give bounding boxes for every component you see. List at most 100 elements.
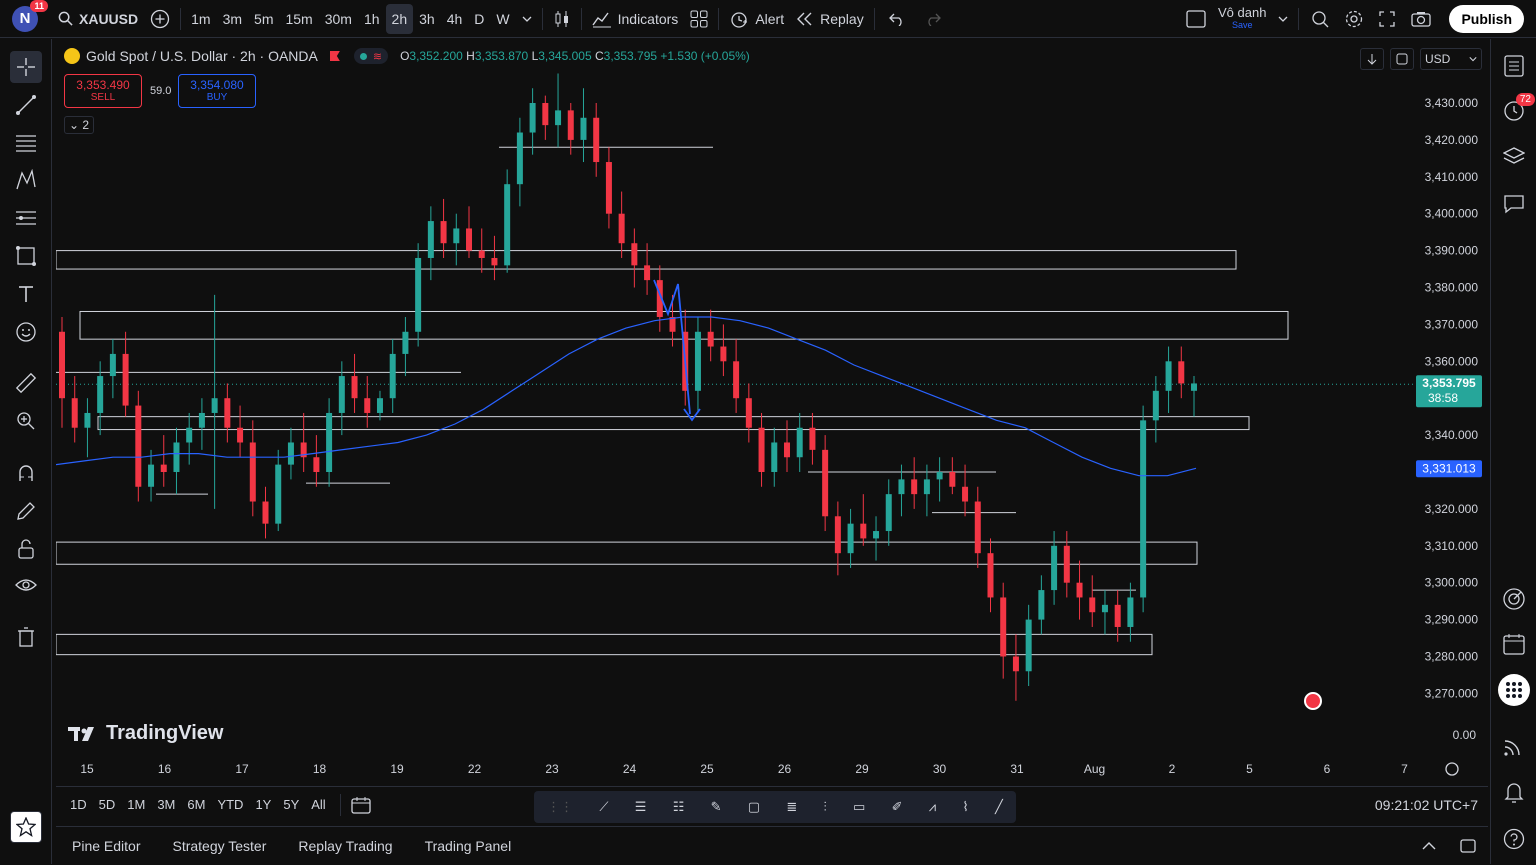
layout-name-button[interactable]: Vô danh Save [1212, 0, 1272, 38]
interval-5m[interactable]: 5m [248, 4, 279, 34]
layout-select-checkbox[interactable] [1180, 0, 1212, 38]
stay-in-drawing-tool[interactable] [10, 495, 42, 527]
remove-drawings-tool[interactable] [10, 621, 42, 653]
auto-scale-button[interactable] [1390, 48, 1414, 70]
symbol-search-button[interactable]: XAUUSD [52, 0, 144, 38]
clock[interactable]: 09:21:02 UTC+7 [1375, 797, 1478, 813]
settings-button[interactable] [1337, 0, 1371, 38]
help-button[interactable] [1499, 824, 1529, 854]
range-5d[interactable]: 5D [93, 797, 122, 812]
elliott-wave-icon[interactable]: ⩘ [929, 799, 936, 815]
range-ytd[interactable]: YTD [211, 797, 249, 812]
line-tool-icon[interactable]: ⟋ [599, 799, 608, 815]
fib-lines-icon[interactable]: ≣ [786, 799, 797, 815]
interval-2h[interactable]: 2h [385, 3, 414, 34]
goto-date-button[interactable] [345, 786, 377, 824]
price-chart[interactable]: 3,430.000 3,420.000 3,410.000 3,400.000 3,39… [56, 40, 1488, 785]
live-stream-button[interactable] [1499, 731, 1529, 761]
gann-tool-icon[interactable]: ☷ [673, 799, 685, 815]
range-1m[interactable]: 1M [121, 797, 151, 812]
sell-button[interactable]: 3,353.490 SELL [64, 74, 142, 108]
replay-button[interactable]: Replay [790, 0, 870, 38]
calendar-button[interactable] [1499, 629, 1529, 659]
favorites-button[interactable] [10, 811, 42, 843]
screener-button[interactable] [1499, 584, 1529, 614]
drag-handle-icon[interactable]: ⋮⋮ [547, 799, 573, 815]
range-5y[interactable]: 5Y [277, 797, 305, 812]
interval-1m[interactable]: 1m [185, 4, 216, 34]
collapse-panel-button[interactable] [1410, 827, 1448, 865]
object-tree-button[interactable] [1499, 142, 1529, 172]
range-1d[interactable]: 1D [64, 797, 93, 812]
chart-type-button[interactable] [547, 0, 577, 38]
alerts-panel-button[interactable]: 72 [1499, 93, 1535, 125]
brush-tool-icon[interactable]: ✎ [711, 799, 722, 815]
interval-30m[interactable]: 30m [319, 4, 358, 34]
rect-tool-icon[interactable]: ▢ [748, 799, 760, 815]
us-flag-event-icon[interactable] [1304, 692, 1322, 710]
notifications-button[interactable] [1499, 777, 1529, 807]
magnet-tool[interactable] [10, 457, 42, 489]
text-tool[interactable] [10, 278, 42, 310]
trend-line-tool[interactable] [10, 89, 42, 121]
scroll-to-bottom-button[interactable] [1360, 48, 1384, 70]
buy-button[interactable]: 3,354.080 BUY [178, 74, 256, 108]
measure-tool[interactable] [10, 367, 42, 399]
pen-tool-icon[interactable]: ✐ [892, 799, 903, 815]
path-tool-icon[interactable]: ⌇ [962, 799, 968, 815]
compare-symbol-button[interactable] [144, 0, 176, 38]
products-button[interactable] [1498, 674, 1530, 706]
range-1y[interactable]: 1Y [249, 797, 277, 812]
fullscreen-button[interactable] [1371, 0, 1403, 38]
channel-tool-icon[interactable]: ☰ [635, 799, 647, 815]
currency-select[interactable]: USD [1420, 48, 1482, 70]
redo-button[interactable] [915, 0, 951, 38]
pattern-tool[interactable] [10, 164, 42, 196]
undo-button[interactable] [879, 0, 915, 38]
interval-1h[interactable]: 1h [358, 4, 386, 34]
publish-button[interactable]: Publish [1449, 4, 1524, 33]
callout-tool-icon[interactable]: ▭ [853, 799, 865, 815]
icon-tool[interactable] [10, 316, 42, 348]
indicators-icon [592, 12, 611, 27]
market-status-badge[interactable]: ≋ [353, 48, 389, 64]
user-avatar[interactable]: N 11 [12, 0, 48, 32]
tab-trading-panel[interactable]: Trading Panel [409, 838, 528, 854]
watchlist-button[interactable] [1499, 51, 1529, 81]
interval-15m[interactable]: 15m [279, 4, 318, 34]
indicators-collapse-button[interactable]: ⌄ 2 [64, 116, 95, 134]
chats-button[interactable] [1499, 189, 1529, 219]
hide-drawings-tool[interactable] [10, 569, 42, 601]
indicators-button[interactable]: Indicators [586, 0, 685, 38]
tab-pine-editor[interactable]: Pine Editor [56, 838, 156, 854]
alert-button[interactable]: Alert [723, 0, 790, 38]
ray-tool-icon[interactable]: ╱ [995, 799, 1003, 815]
interval-4h[interactable]: 4h [441, 4, 469, 34]
shape-tool[interactable] [10, 240, 42, 272]
flag-icon[interactable] [329, 51, 340, 61]
range-all[interactable]: All [305, 797, 331, 812]
range-3m[interactable]: 3M [151, 797, 181, 812]
chart-pane[interactable]: 3,430.000 3,420.000 3,410.000 3,400.000 3,39… [56, 40, 1488, 785]
fullscreen-icon [1379, 10, 1396, 27]
interval-3h[interactable]: 3h [413, 4, 441, 34]
fib-tool[interactable] [10, 127, 42, 159]
position-tool-icon[interactable]: ⫶ [824, 799, 827, 815]
tab-replay-trading[interactable]: Replay Trading [282, 838, 408, 854]
interval-dropdown-button[interactable] [516, 0, 538, 38]
zoom-tool[interactable] [10, 405, 42, 437]
layout-dropdown-button[interactable] [1272, 0, 1294, 38]
interval-D[interactable]: D [468, 4, 490, 34]
snapshot-button[interactable] [1403, 0, 1439, 38]
interval-3m[interactable]: 3m [217, 4, 248, 34]
candle-body [1191, 383, 1197, 391]
maximize-panel-button[interactable] [1448, 827, 1488, 865]
layouts-button[interactable] [684, 0, 714, 38]
tab-strategy-tester[interactable]: Strategy Tester [156, 838, 282, 854]
range-6m[interactable]: 6M [181, 797, 211, 812]
crosshair-tool[interactable] [10, 51, 42, 83]
lock-drawings-tool[interactable] [10, 533, 42, 565]
quick-search-button[interactable] [1303, 0, 1337, 38]
forecast-tool[interactable] [10, 202, 42, 234]
interval-W[interactable]: W [490, 4, 515, 34]
